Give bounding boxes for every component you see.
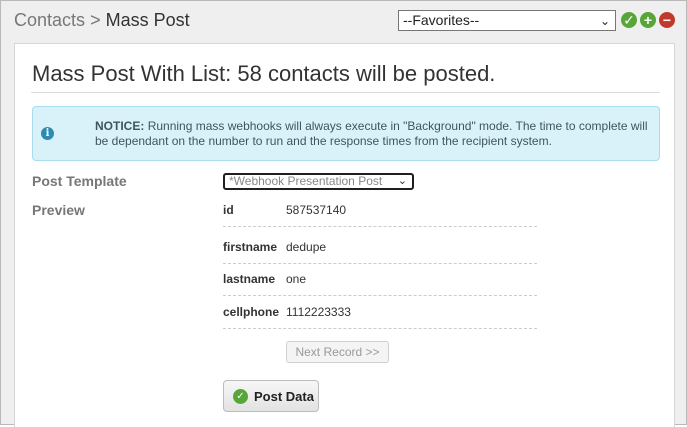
notice-message: Running mass webhooks will always execut… (95, 119, 648, 148)
preview-row-lastname: lastname one (223, 264, 537, 296)
remove-favorite-button[interactable]: − (659, 12, 675, 28)
field-name: id (223, 203, 234, 217)
field-value: dedupe (286, 240, 327, 254)
post-template-select[interactable]: *Webhook Presentation Post ⌄ (223, 173, 414, 190)
title-divider (31, 92, 660, 93)
preview-row-cellphone: cellphone 1112223333 (223, 297, 537, 329)
field-name: cellphone (223, 305, 280, 319)
breadcrumb-contacts-link[interactable]: Contacts (14, 10, 85, 30)
page-title: Mass Post With List: 58 contacts will be… (32, 61, 496, 86)
preview-row-id: id 587537140 (223, 195, 537, 227)
post-data-button[interactable]: ✓ Post Data (223, 380, 319, 412)
chevron-down-icon: ⌄ (599, 14, 610, 28)
check-circle-icon: ✓ (623, 12, 635, 28)
breadcrumb: Contacts > Mass Post (14, 10, 190, 31)
add-favorite-button[interactable]: + (640, 12, 656, 28)
field-value: 587537140 (286, 203, 347, 217)
breadcrumb-current: Mass Post (105, 10, 190, 30)
header-bar: Contacts > Mass Post --Favorites-- ⌄ ✓ +… (1, 1, 686, 41)
field-name: firstname (223, 240, 278, 254)
post-data-label: Post Data (254, 389, 314, 404)
notice-alert: i NOTICE: Running mass webhooks will alw… (32, 106, 660, 161)
main-panel: Mass Post With List: 58 contacts will be… (14, 43, 675, 427)
preview-label: Preview (32, 202, 85, 218)
post-template-label: Post Template (32, 173, 127, 189)
minus-circle-icon: − (662, 12, 672, 28)
preview-row-firstname: firstname dedupe (223, 232, 537, 264)
next-record-button[interactable]: Next Record >> (286, 341, 389, 363)
check-circle-icon: ✓ (233, 389, 248, 404)
chevron-down-icon: ⌄ (397, 175, 407, 187)
field-value: 1112223333 (286, 305, 351, 319)
favorites-selected-value: --Favorites-- (403, 12, 480, 28)
field-name: lastname (223, 272, 276, 286)
favorites-select[interactable]: --Favorites-- ⌄ (398, 10, 616, 31)
info-circle-icon: i (41, 127, 54, 140)
confirm-favorite-button[interactable]: ✓ (621, 12, 637, 28)
notice-text: NOTICE: Running mass webhooks will alway… (95, 119, 651, 149)
post-template-value: *Webhook Presentation Post (229, 174, 383, 188)
plus-circle-icon: + (643, 12, 653, 28)
field-value: one (286, 272, 307, 286)
breadcrumb-separator: > (90, 10, 101, 30)
app-window: Contacts > Mass Post --Favorites-- ⌄ ✓ +… (0, 0, 687, 427)
notice-label: NOTICE: (95, 119, 145, 133)
